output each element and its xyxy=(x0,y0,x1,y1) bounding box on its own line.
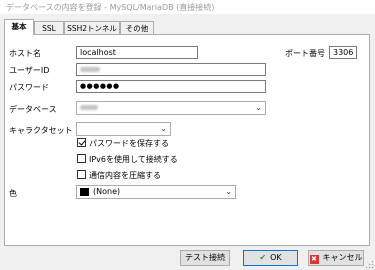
host-input[interactable]: localhost xyxy=(76,46,198,59)
save-password-label[interactable]: パスワードを保存する xyxy=(89,138,169,149)
ok-button[interactable]: ✔ OK xyxy=(243,250,298,266)
host-label: ホスト名 xyxy=(9,49,41,58)
tab-basic[interactable]: 基本 xyxy=(4,19,34,35)
tab-ssl[interactable]: SSL xyxy=(34,21,64,34)
title-bar: データベースの内容を登録 - MySQL/MariaDB (直接接続) xyxy=(0,0,375,14)
cancel-button[interactable]: ✖ キャンセル xyxy=(308,250,364,266)
tab-other[interactable]: その他 xyxy=(120,21,154,34)
user-id-input[interactable] xyxy=(76,63,266,76)
chevron-down-icon: ⌄ xyxy=(160,124,167,133)
chevron-down-icon: ⌄ xyxy=(225,187,232,196)
resize-grip-icon[interactable] xyxy=(366,261,374,269)
chevron-down-icon: ⌄ xyxy=(255,103,262,112)
compress-label[interactable]: 通信内容を圧縮する xyxy=(89,170,161,181)
color-swatch xyxy=(80,188,89,196)
database-select[interactable]: ⌄ xyxy=(76,101,266,115)
close-icon: ✖ xyxy=(309,255,319,264)
color-select[interactable]: (None) ⌄ xyxy=(76,185,236,199)
color-value: (None) xyxy=(93,187,121,196)
ipv6-checkbox[interactable] xyxy=(77,154,86,163)
basic-tab-panel: ホスト名 localhost ポート番号 3306 ユーザーID パスワード ●… xyxy=(4,34,370,246)
charset-select[interactable]: ⌄ xyxy=(76,122,171,136)
password-label: パスワード xyxy=(9,83,49,92)
port-input[interactable]: 3306 xyxy=(329,46,357,59)
port-label: ポート番号 xyxy=(285,49,325,58)
window-title: データベースの内容を登録 - MySQL/MariaDB (直接接続) xyxy=(6,3,215,12)
ipv6-label[interactable]: IPv6を使用して接続する xyxy=(89,154,178,165)
database-label: データベース xyxy=(9,105,57,114)
obscured-database-name xyxy=(80,105,98,110)
compress-checkbox[interactable] xyxy=(77,170,86,179)
obscured-user-id xyxy=(80,67,100,72)
connection-dialog: 基本 SSL SSH2トンネル その他 ホスト名 localhost ポート番号… xyxy=(0,14,375,270)
check-icon: ✔ xyxy=(259,253,267,262)
user-id-label: ユーザーID xyxy=(9,66,50,75)
charset-label: キャラクタセット xyxy=(9,126,73,135)
tab-ssh2-tunnel[interactable]: SSH2トンネル xyxy=(64,21,120,34)
test-connection-button[interactable]: テスト接続 xyxy=(180,250,230,266)
password-input[interactable]: ●●●●●● xyxy=(76,80,266,93)
color-label: 色 xyxy=(9,189,17,198)
save-password-checkbox[interactable] xyxy=(77,138,86,147)
